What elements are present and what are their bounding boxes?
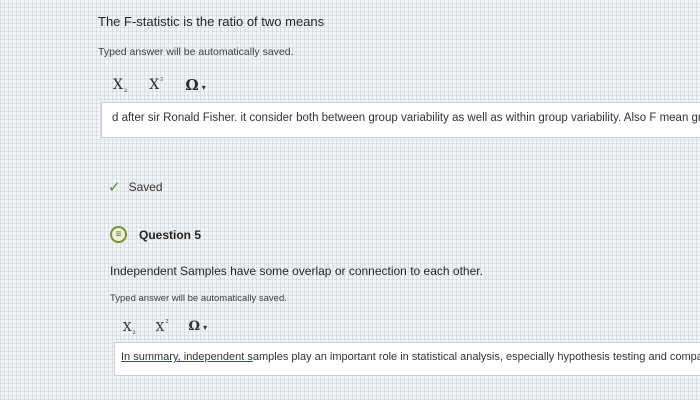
question-number: Question 5 [139, 227, 202, 242]
saved-status: ✓ Saved [108, 178, 163, 196]
question-prompt: The F-statistic is the ratio of two mean… [98, 14, 325, 29]
check-icon: ✓ [108, 179, 121, 196]
question-header: ≡ Question 5 [110, 226, 201, 243]
special-characters-button[interactable]: Ω ▾ [189, 319, 208, 334]
special-characters-button[interactable]: Ω ▾ [185, 76, 205, 94]
answer-text-underlined: In summary, independent s [121, 351, 253, 363]
formatting-toolbar: X₂ X² Ω ▾ [123, 318, 208, 336]
question-icon: ≡ [110, 226, 127, 243]
autosave-hint: Typed answer will be automatically saved… [110, 293, 287, 304]
omega-icon: Ω [185, 76, 199, 94]
chevron-down-icon: ▾ [201, 83, 206, 92]
superscript-button[interactable]: X² [149, 76, 163, 93]
omega-icon: Ω [188, 319, 201, 334]
subscript-button[interactable]: X₂ [113, 77, 127, 94]
answer-text: amples play an important role in statist… [252, 351, 700, 363]
subscript-button[interactable]: X₂ [123, 320, 136, 336]
autosave-hint: Typed answer will be automatically saved… [98, 46, 294, 58]
question-prompt: Independent Samples have some overlap or… [110, 264, 483, 278]
superscript-button[interactable]: X² [156, 318, 169, 334]
answer-text: d after sir Ronald Fisher. it consider b… [112, 112, 700, 124]
answer-textbox[interactable]: d after sir Ronald Fisher. it consider b… [101, 102, 700, 138]
saved-label: Saved [128, 180, 163, 194]
formatting-toolbar: X₂ X² Ω ▾ [113, 76, 206, 94]
answer-textbox[interactable]: In summary, independent samples play an … [114, 342, 700, 376]
chevron-down-icon: ▾ [203, 323, 208, 332]
